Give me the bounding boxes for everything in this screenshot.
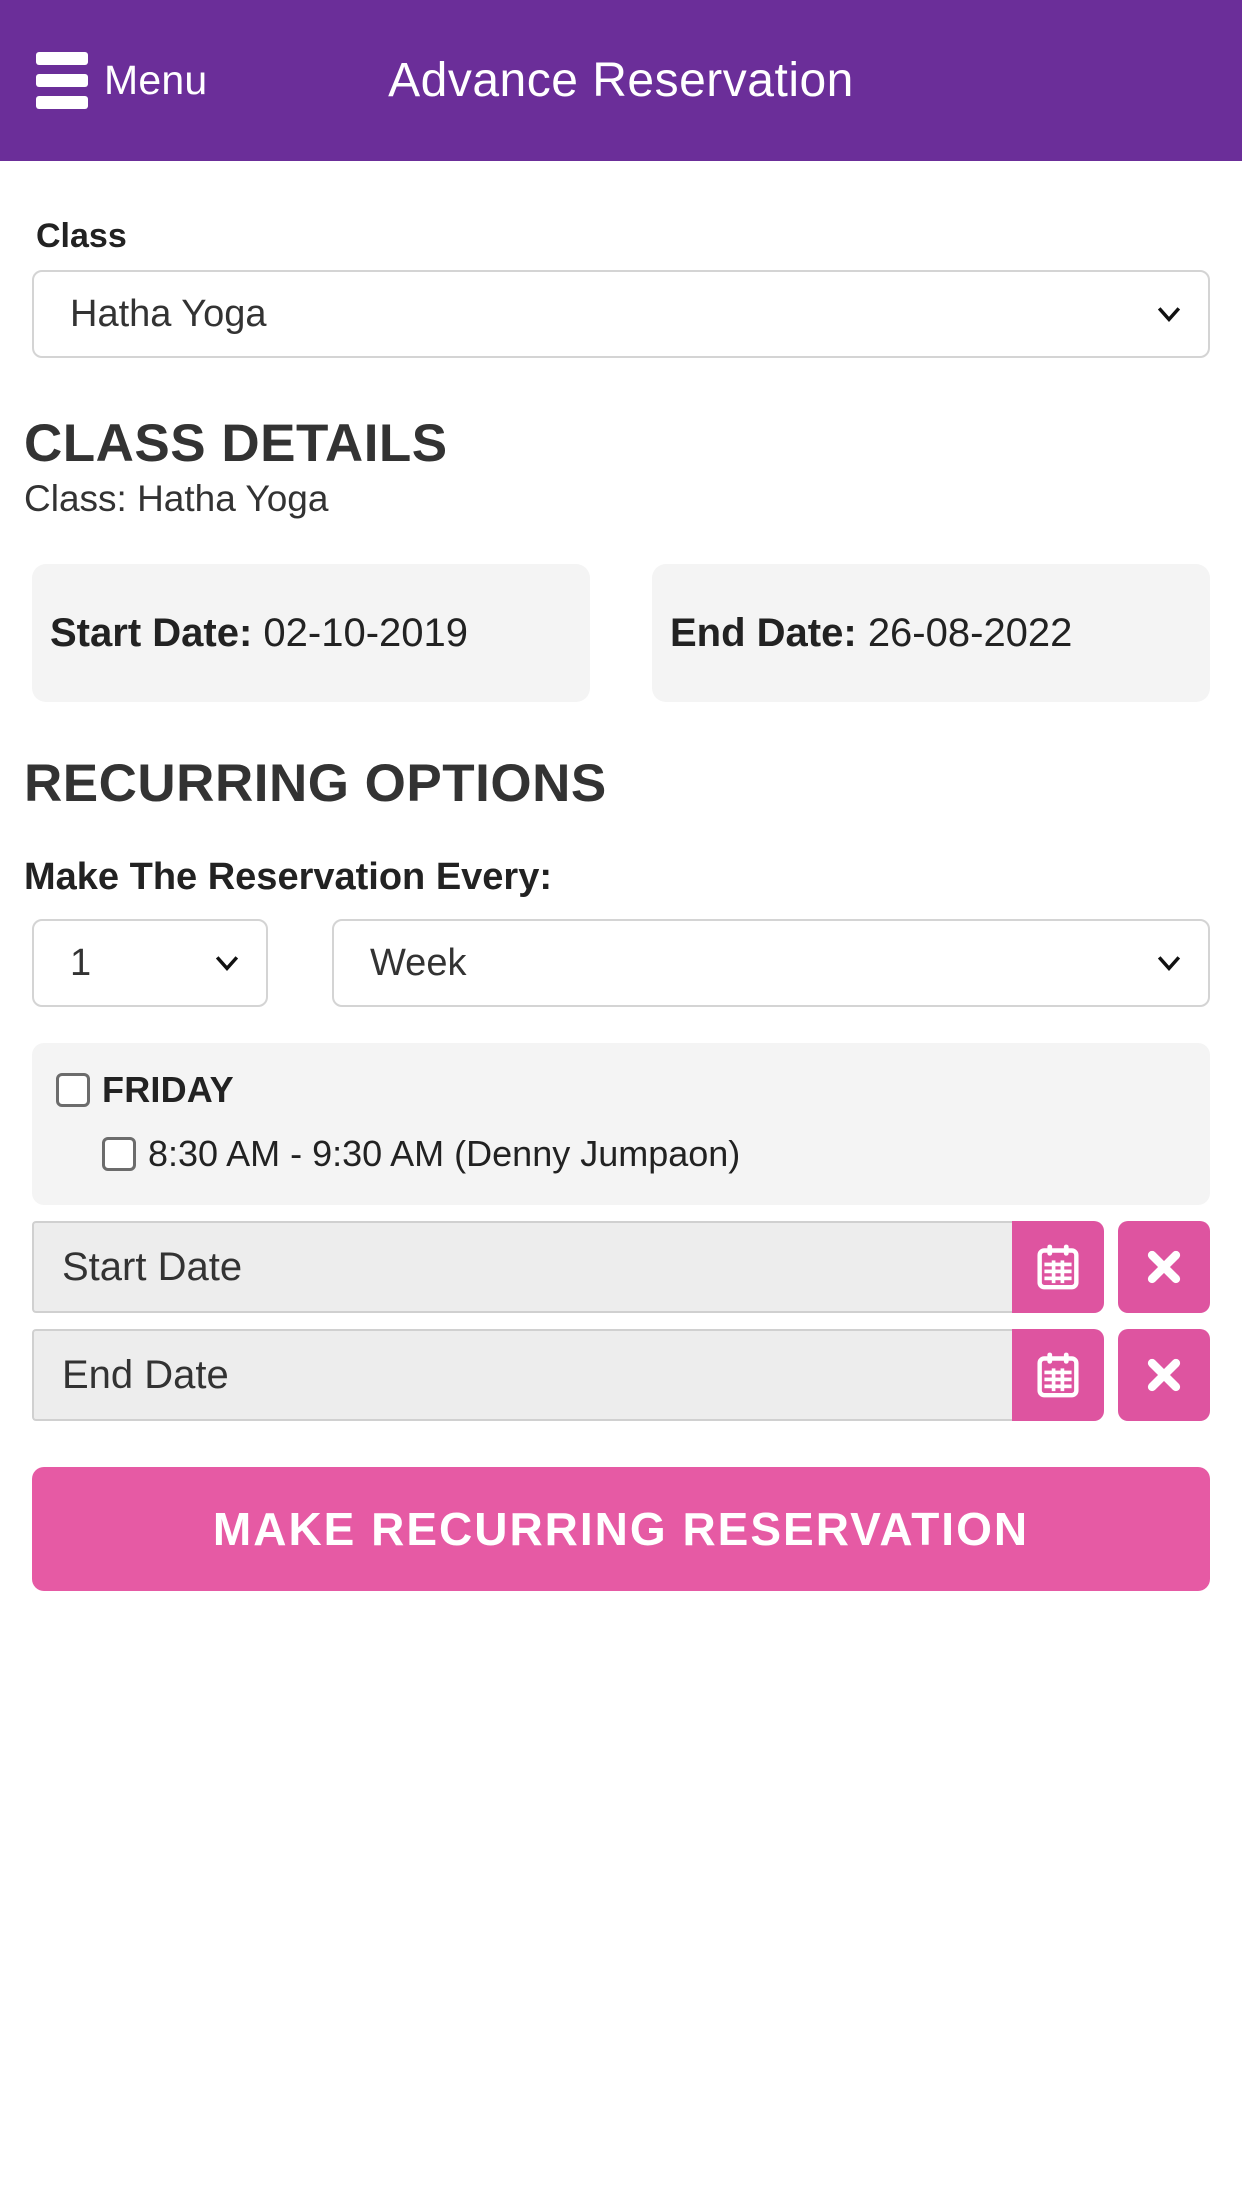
calendar-icon — [1036, 1243, 1080, 1291]
recurring-interval-row: 1 Week — [32, 919, 1210, 1008]
calendar-icon — [1036, 1351, 1080, 1399]
unit-select-value: Week — [370, 941, 467, 984]
interval-select-value: 1 — [70, 941, 92, 984]
start-date-input-group — [32, 1221, 1210, 1314]
end-date-card-value: 26-08-2022 — [867, 611, 1073, 656]
reservation-every-label: Make The Reservation Every: — [24, 856, 553, 899]
menu-button-label: Menu — [104, 57, 208, 103]
friday-label: FRIDAY — [102, 1069, 234, 1111]
app-header: Menu Advance Reservation — [0, 0, 1242, 161]
class-details-heading: CLASS DETAILS — [24, 414, 448, 473]
make-recurring-reservation-button[interactable]: MAKE RECURRING RESERVATION — [32, 1467, 1210, 1592]
recurring-options-heading: RECURRING OPTIONS — [24, 754, 607, 814]
menu-button[interactable]: Menu — [36, 52, 207, 109]
class-details-class-line: Class: Hatha Yoga — [24, 478, 329, 520]
unit-select-wrapper: Week — [332, 919, 1210, 1008]
timeslot-label: 8:30 AM - 9:30 AM (Denny Jumpaon) — [148, 1133, 741, 1175]
end-date-input-group — [32, 1329, 1210, 1422]
start-date-input[interactable] — [32, 1221, 1012, 1314]
interval-select[interactable]: 1 — [32, 919, 268, 1008]
interval-select-wrapper: 1 — [32, 919, 268, 1008]
class-select-wrapper: Hatha Yoga — [32, 270, 1210, 358]
day-row-friday[interactable]: FRIDAY — [56, 1069, 1186, 1111]
start-date-card: Start Date: 02-10-2019 — [32, 564, 590, 703]
friday-checkbox[interactable] — [56, 1073, 90, 1108]
end-date-calendar-button[interactable] — [1012, 1329, 1104, 1422]
page-content: Class Hatha Yoga CLASS DETAILS Class: Ha… — [0, 217, 1242, 1592]
end-date-card-label: End Date: — [670, 611, 857, 656]
class-select[interactable]: Hatha Yoga — [32, 270, 1210, 358]
close-icon — [1142, 1245, 1186, 1289]
timeslot-row[interactable]: 8:30 AM - 9:30 AM (Denny Jumpaon) — [102, 1133, 1186, 1175]
class-select-value: Hatha Yoga — [70, 292, 267, 335]
hamburger-icon — [36, 52, 88, 109]
unit-select[interactable]: Week — [332, 919, 1210, 1008]
start-date-calendar-button[interactable] — [1012, 1221, 1104, 1314]
close-icon — [1142, 1353, 1186, 1397]
day-selection-panel: FRIDAY 8:30 AM - 9:30 AM (Denny Jumpaon) — [32, 1043, 1210, 1206]
end-date-card: End Date: 26-08-2022 — [652, 564, 1210, 703]
start-date-card-value: 02-10-2019 — [263, 611, 468, 656]
start-date-clear-button[interactable] — [1118, 1221, 1210, 1314]
end-date-input[interactable] — [32, 1329, 1012, 1422]
timeslot-checkbox[interactable] — [102, 1137, 136, 1172]
class-date-cards: Start Date: 02-10-2019 End Date: 26-08-2… — [32, 564, 1210, 703]
end-date-clear-button[interactable] — [1118, 1329, 1210, 1422]
class-label: Class — [36, 217, 127, 255]
start-date-card-label: Start Date: — [50, 611, 253, 656]
